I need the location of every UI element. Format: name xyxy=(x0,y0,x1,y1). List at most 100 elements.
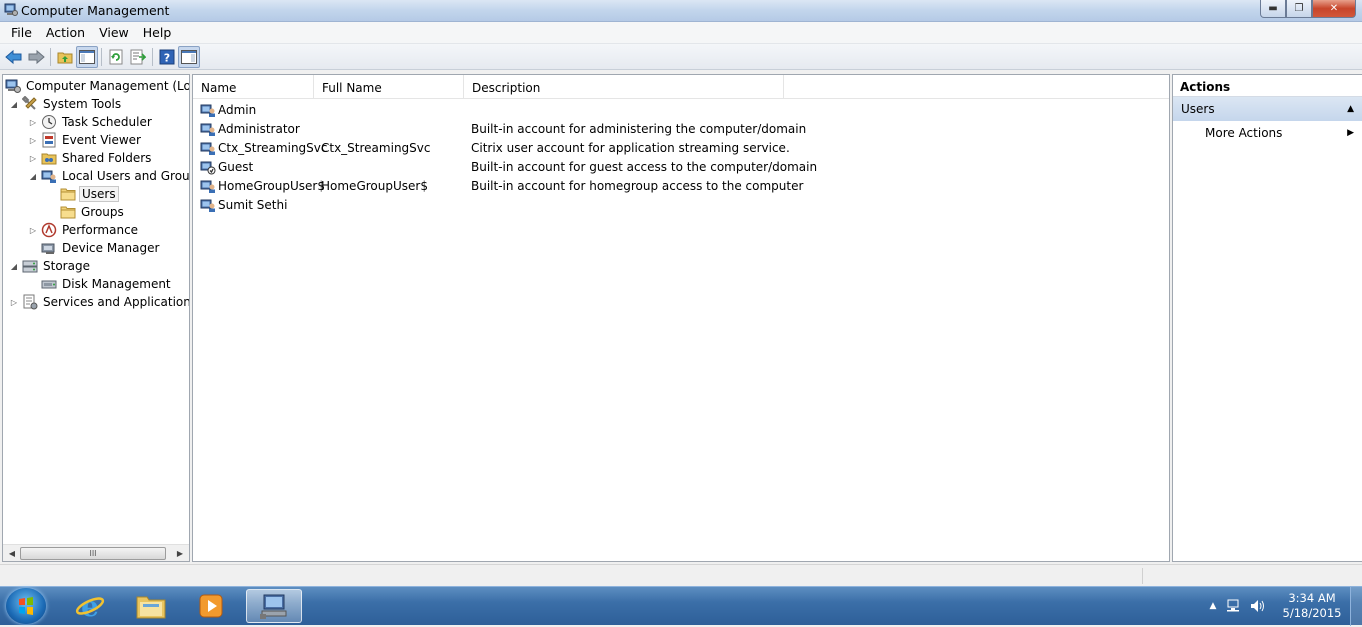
status-bar-divider xyxy=(1142,568,1143,584)
user-icon xyxy=(200,180,215,193)
help-button[interactable]: ? xyxy=(156,46,178,68)
expand-triangle-icon[interactable]: ▷ xyxy=(28,226,38,235)
tree-item-label: Local Users and Groups xyxy=(62,169,190,183)
tree-item-task-scheduler[interactable]: ▷ Task Scheduler xyxy=(28,113,154,131)
user-row-administrator[interactable]: Administrator Built-in account for admin… xyxy=(193,120,1169,139)
menu-action[interactable]: Action xyxy=(39,25,92,40)
performance-icon xyxy=(41,222,57,238)
event-viewer-icon xyxy=(41,132,57,148)
export-list-button[interactable] xyxy=(127,46,149,68)
up-one-level-button[interactable] xyxy=(54,46,76,68)
device-manager-icon xyxy=(41,240,57,256)
computer-management-icon xyxy=(5,78,21,94)
console-tree: Computer Management (Local ◢ System Tool… xyxy=(2,74,190,562)
user-row-sumit-sethi[interactable]: Sumit Sethi xyxy=(193,196,1169,215)
tree-item-services-and-applications[interactable]: ▷ Services and Applications xyxy=(9,293,190,311)
tree-item-groups[interactable]: Groups xyxy=(47,203,126,221)
menu-bar: File Action View Help xyxy=(0,22,1362,44)
taskbar-internet-explorer[interactable]: e xyxy=(62,589,118,623)
internet-explorer-icon: e xyxy=(75,591,105,621)
tree-item-label: Groups xyxy=(81,205,124,219)
console-tree-icon xyxy=(79,49,95,64)
taskbar-media-player[interactable] xyxy=(183,589,239,623)
user-icon xyxy=(200,199,215,212)
taskbar-computer-management[interactable] xyxy=(246,589,302,623)
start-button[interactable] xyxy=(6,588,46,624)
tree-item-system-tools[interactable]: ◢ System Tools xyxy=(9,95,123,113)
show-hidden-icons-icon[interactable]: ▲ xyxy=(1204,601,1222,611)
show-desktop-button[interactable] xyxy=(1350,587,1362,626)
user-icon xyxy=(200,142,215,155)
expand-triangle-icon[interactable]: ▷ xyxy=(9,298,19,307)
user-icon xyxy=(200,104,215,117)
show-hide-console-tree-button[interactable] xyxy=(76,45,98,68)
user-row-ctx-streamingsvc[interactable]: Ctx_StreamingSvc Ctx_StreamingSvc Citrix… xyxy=(193,139,1169,158)
column-header-full-name[interactable]: Full Name xyxy=(314,75,464,99)
forward-button[interactable] xyxy=(25,46,47,68)
network-icon[interactable] xyxy=(1222,599,1246,613)
close-button[interactable]: ✕ xyxy=(1312,0,1356,18)
tree-item-label: Computer Management (Local xyxy=(26,79,190,93)
tree-item-disk-management[interactable]: Disk Management xyxy=(28,275,173,293)
more-actions-item[interactable]: More Actions ▶ xyxy=(1173,121,1362,145)
tree-item-label: Storage xyxy=(43,259,90,273)
scroll-left-icon[interactable]: ◀ xyxy=(5,547,19,560)
collapse-triangle-icon[interactable]: ◢ xyxy=(9,262,19,271)
maximize-button[interactable]: ❐ xyxy=(1286,0,1312,18)
user-icon xyxy=(200,123,215,136)
column-header-name[interactable]: Name xyxy=(193,75,314,99)
collapse-up-icon[interactable]: ▲ xyxy=(1347,97,1354,121)
volume-icon[interactable] xyxy=(1246,599,1270,613)
scroll-right-icon[interactable]: ▶ xyxy=(173,547,187,560)
tree-item-storage[interactable]: ◢ Storage xyxy=(9,257,92,275)
refresh-button[interactable] xyxy=(105,46,127,68)
scrollbar-thumb[interactable]: III xyxy=(20,547,166,560)
tree-item-local-users-and-groups[interactable]: ◢ Local Users and Groups xyxy=(28,167,190,185)
export-list-icon xyxy=(130,49,146,64)
actions-section-users[interactable]: Users ▲ xyxy=(1173,97,1362,121)
tree-item-event-viewer[interactable]: ▷ Event Viewer xyxy=(28,131,143,149)
storage-icon xyxy=(22,258,38,274)
clock-icon xyxy=(41,114,57,130)
toolbar-separator xyxy=(101,47,102,66)
expand-triangle-icon[interactable]: ▷ xyxy=(28,118,38,127)
tree-item-label: Device Manager xyxy=(62,241,160,255)
tree-item-shared-folders[interactable]: ▷ Shared Folders xyxy=(28,149,153,167)
system-tray: ▲ xyxy=(1204,591,1270,621)
show-hide-action-pane-button[interactable] xyxy=(178,45,200,68)
tree-horizontal-scrollbar[interactable]: ◀ III ▶ xyxy=(3,544,189,561)
disabled-user-icon xyxy=(200,161,216,175)
user-full-name: HomeGroupUser$ xyxy=(321,179,428,193)
menu-help[interactable]: Help xyxy=(136,25,179,40)
user-row-homegroupuser[interactable]: HomeGroupUser$ HomeGroupUser$ Built-in a… xyxy=(193,177,1169,196)
back-button[interactable] xyxy=(3,46,25,68)
collapse-triangle-icon[interactable]: ◢ xyxy=(28,172,38,181)
taskbar-windows-explorer[interactable] xyxy=(123,589,179,623)
forward-arrow-icon xyxy=(28,49,45,64)
tree-item-performance[interactable]: ▷ Performance xyxy=(28,221,140,239)
minimize-button[interactable]: ▬ xyxy=(1260,0,1286,18)
expand-triangle-icon[interactable]: ▷ xyxy=(28,154,38,163)
collapse-triangle-icon[interactable]: ◢ xyxy=(9,100,19,109)
menu-view[interactable]: View xyxy=(92,25,136,40)
taskbar-clock[interactable]: 3:34 AM 5/18/2015 xyxy=(1276,591,1348,621)
menu-file[interactable]: File xyxy=(4,25,39,40)
users-groups-icon xyxy=(41,168,57,184)
actions-header: Actions xyxy=(1173,75,1362,97)
user-row-guest[interactable]: Guest Built-in account for guest access … xyxy=(193,158,1169,177)
user-name: Sumit Sethi xyxy=(218,198,288,212)
column-header-description[interactable]: Description xyxy=(464,75,784,99)
computer-management-icon xyxy=(4,3,18,16)
user-description: Citrix user account for application stre… xyxy=(471,141,790,155)
tree-item-device-manager[interactable]: Device Manager xyxy=(28,239,161,257)
user-row-admin[interactable]: Admin xyxy=(193,101,1169,120)
user-name: Guest xyxy=(218,160,254,174)
tree-item-label: Event Viewer xyxy=(62,133,141,147)
toolbar-separator xyxy=(50,47,51,66)
tree-item-computer-management[interactable]: Computer Management (Local xyxy=(5,77,190,95)
folder-up-icon xyxy=(57,52,73,63)
expand-triangle-icon[interactable]: ▷ xyxy=(28,136,38,145)
tree-item-users[interactable]: Users xyxy=(47,185,119,203)
user-name: HomeGroupUser$ xyxy=(218,179,325,193)
tree-item-label: Services and Applications xyxy=(43,295,190,309)
